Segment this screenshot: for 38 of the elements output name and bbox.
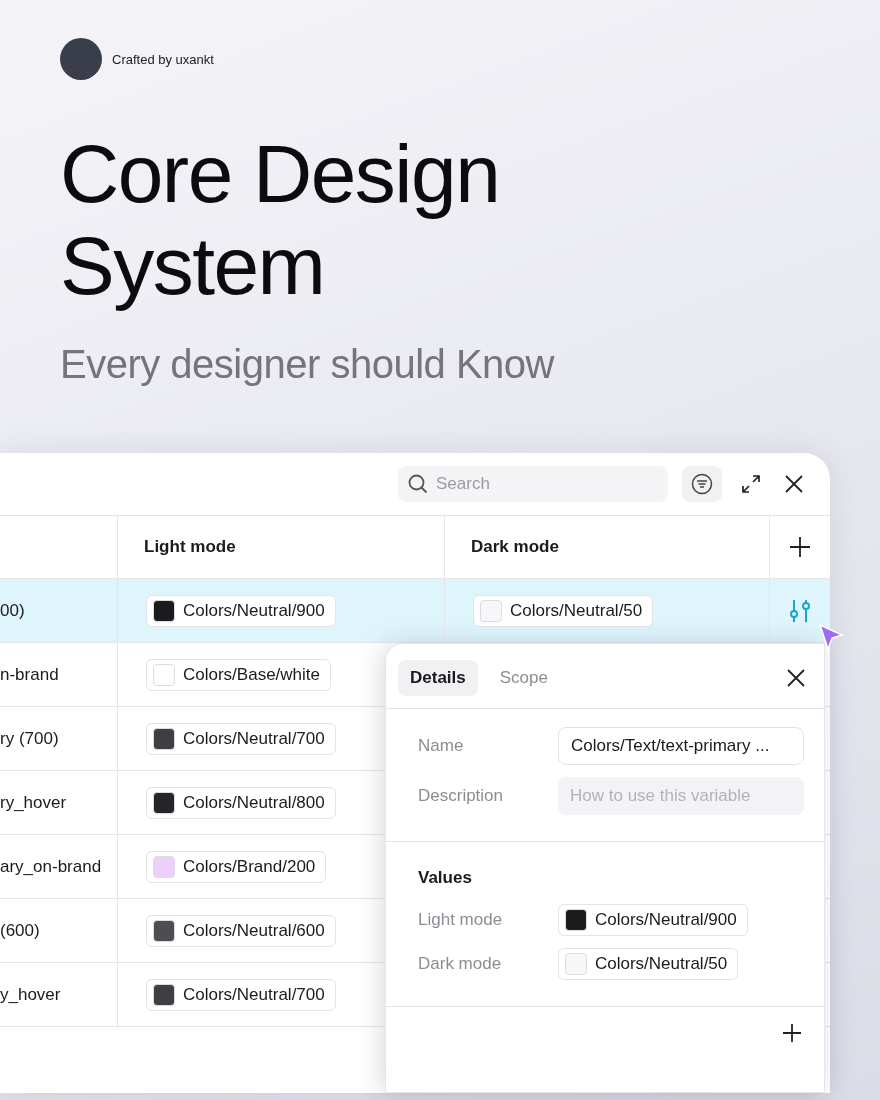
color-chip[interactable]: Colors/Brand/200	[146, 850, 327, 883]
headline-subtitle: Every designer should Know	[60, 342, 556, 387]
variable-name-cell[interactable]: n-brand	[0, 643, 118, 707]
filter-icon	[691, 473, 713, 495]
add-button[interactable]	[780, 1021, 804, 1045]
close-icon	[786, 668, 806, 688]
filter-button[interactable]	[682, 466, 722, 502]
color-chip[interactable]: Colors/Neutral/50	[558, 948, 739, 980]
close-icon	[784, 474, 804, 494]
variable-name-cell[interactable]: y_hover	[0, 963, 118, 1027]
headline-title: Core Design System	[60, 128, 501, 312]
author-credit: Crafted by uxankt	[112, 51, 214, 67]
variable-name-cell[interactable]: 00)	[0, 579, 118, 643]
color-chip[interactable]: Colors/Neutral/600	[146, 914, 336, 947]
color-chip[interactable]: Colors/Neutral/700	[146, 978, 336, 1011]
variable-name-cell[interactable]: ry (700)	[0, 707, 118, 771]
variable-name-cell[interactable]: ry_hover	[0, 771, 118, 835]
popover-tab[interactable]: Details	[398, 660, 478, 696]
plus-icon	[782, 1023, 802, 1043]
values-heading: Values	[418, 868, 473, 888]
color-chip[interactable]: Colors/Base/white	[146, 658, 331, 691]
color-chip[interactable]: Colors/Neutral/900	[558, 904, 748, 936]
plus-icon	[789, 536, 811, 558]
color-chip[interactable]: Colors/Neutral/50	[473, 594, 654, 627]
name-field[interactable]: Colors/Text/text-primary ...	[558, 727, 804, 765]
color-chip[interactable]: Colors/Neutral/900	[146, 594, 336, 627]
expand-icon	[740, 473, 762, 495]
search-field[interactable]: Search	[398, 466, 668, 502]
mode-label: Dark mode	[418, 954, 503, 974]
color-chip[interactable]: Colors/Neutral/700	[146, 722, 336, 755]
avatar	[60, 38, 102, 80]
variable-name-cell[interactable]: ary_on-brand	[0, 835, 118, 899]
field-label: Name	[418, 736, 465, 756]
field-label: Description	[418, 786, 505, 806]
color-chip[interactable]: Colors/Neutral/800	[146, 786, 336, 819]
mode-label: Light mode	[418, 910, 504, 930]
variable-name-cell[interactable]: (600)	[0, 899, 118, 963]
description-field[interactable]: How to use this variable	[558, 777, 804, 815]
